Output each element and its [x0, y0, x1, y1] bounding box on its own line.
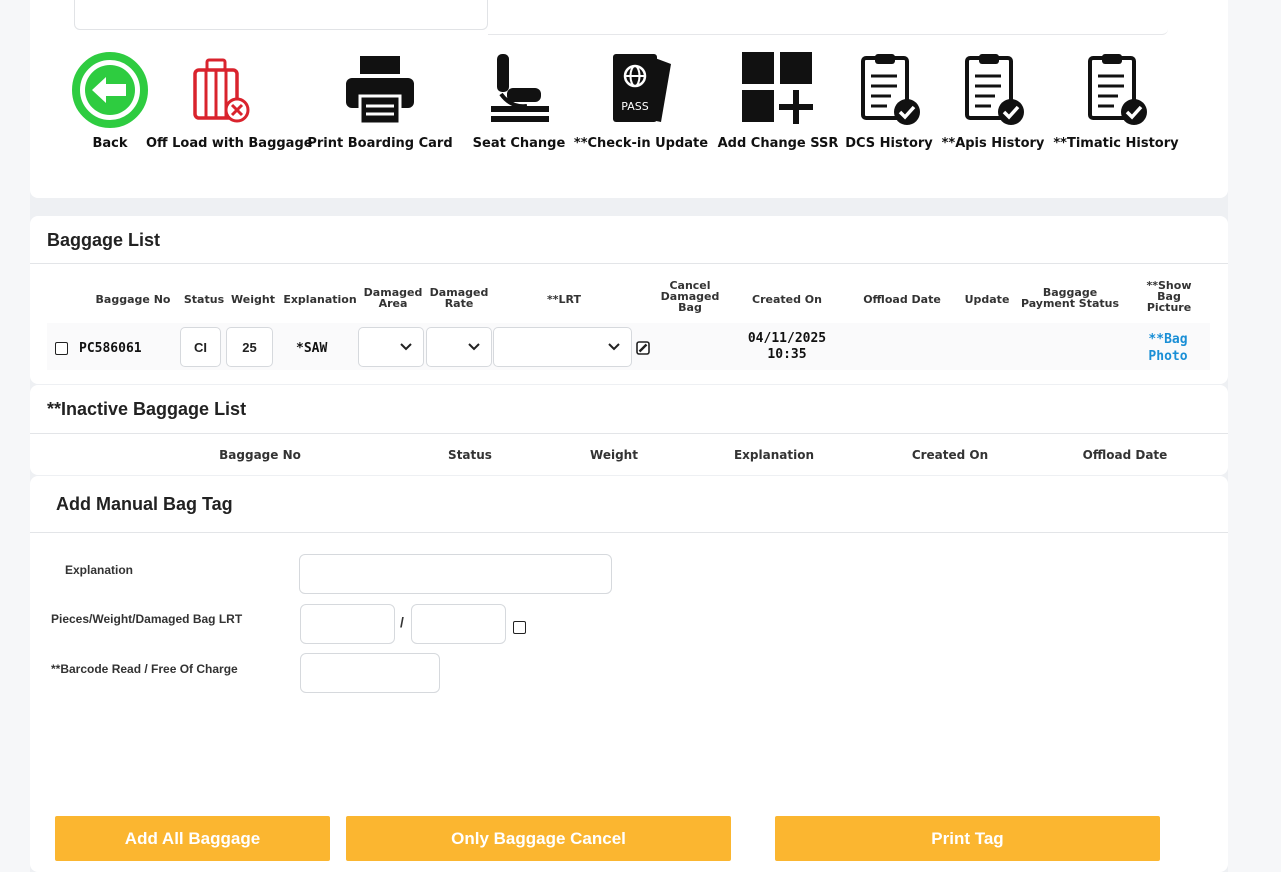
add-ssr-label: Add Change SSR	[717, 136, 839, 151]
col-lrt: **LRT	[547, 293, 581, 306]
explanation-label: Explanation	[65, 563, 134, 577]
barcode-input[interactable]	[300, 653, 440, 693]
apis-history-button[interactable]: **Apis History	[938, 50, 1048, 160]
row-select-checkbox[interactable]	[55, 342, 68, 355]
add-all-baggage-button[interactable]: Add All Baggage	[55, 816, 330, 861]
weight-input[interactable]	[411, 604, 506, 644]
col-damaged-area: Damaged Area	[363, 286, 423, 310]
cancel-damaged-bag-checkbox[interactable]	[636, 341, 650, 355]
seat-change-button[interactable]: Seat Change	[472, 50, 566, 160]
inactive-col-explanation: Explanation	[733, 448, 814, 462]
divider	[30, 433, 1228, 434]
top-divider	[488, 28, 1168, 35]
dcs-history-button[interactable]: DCS History	[840, 50, 938, 160]
timatic-history-label: **Timatic History	[1053, 136, 1179, 151]
svg-text:PASS: PASS	[621, 100, 648, 113]
manual-bag-tag-title: Add Manual Bag Tag	[56, 494, 233, 514]
offload-label: Off Load with Baggage	[146, 136, 313, 151]
pieces-input[interactable]	[300, 604, 395, 644]
damaged-area-select[interactable]	[358, 327, 424, 367]
lrt-select[interactable]	[493, 327, 632, 367]
right-gutter	[1228, 0, 1281, 872]
col-show-bag-picture: **Show Bag Picture	[1146, 279, 1192, 314]
inactive-col-weight: Weight	[590, 448, 638, 462]
timatic-history-button[interactable]: **Timatic History	[1048, 50, 1184, 160]
col-cancel-damaged-bag: Cancel Damaged Bag	[660, 279, 720, 314]
luggage-remove-icon	[193, 58, 250, 123]
back-button[interactable]: Back	[70, 50, 150, 160]
print-boarding-card-button[interactable]: Print Boarding Card	[288, 50, 472, 160]
apis-history-label: **Apis History	[941, 136, 1045, 151]
baggage-list-title: Baggage List	[47, 230, 161, 250]
seat-change-label: Seat Change	[472, 136, 566, 151]
add-change-ssr-button[interactable]: Add Change SSR	[716, 50, 840, 160]
print-tag-button[interactable]: Print Tag	[775, 816, 1160, 861]
checkin-update-label: **Check-in Update	[573, 136, 709, 151]
passport-icon: PASS	[613, 54, 671, 122]
pieces-weight-label: Pieces/Weight/Damaged Bag LRT	[51, 612, 243, 626]
barcode-label: **Barcode Read / Free Of Charge	[51, 662, 238, 676]
inactive-col-offload-date: Offload Date	[1082, 448, 1168, 462]
chevron-down-icon	[400, 343, 412, 351]
col-status: Status	[183, 293, 225, 306]
chevron-down-icon	[608, 343, 620, 351]
col-explanation: Explanation	[283, 293, 357, 306]
col-created-on: Created On	[752, 293, 822, 306]
inactive-col-baggage-no: Baggage No	[219, 448, 301, 462]
top-info-box	[74, 0, 488, 30]
col-damaged-rate: Damaged Rate	[429, 286, 489, 310]
divider	[30, 263, 1228, 264]
back-label: Back	[92, 136, 128, 151]
damaged-rate-select[interactable]	[426, 327, 492, 367]
weight-input[interactable]: 25	[226, 327, 273, 367]
only-baggage-cancel-button[interactable]: Only Baggage Cancel	[346, 816, 731, 861]
clipboard-check-icon	[1088, 54, 1147, 125]
checkin-update-button[interactable]: PASS **Check-in Update	[566, 50, 716, 160]
chevron-down-icon	[468, 343, 480, 351]
inactive-col-status: Status	[448, 448, 492, 462]
dcs-history-label: DCS History	[845, 136, 933, 151]
add-grid-icon	[742, 52, 813, 124]
explanation-input[interactable]	[299, 554, 612, 594]
seat-icon	[491, 54, 549, 122]
col-baggage-no: Baggage No	[95, 293, 171, 306]
status-input[interactable]: CI	[180, 327, 221, 367]
clipboard-check-icon	[965, 54, 1024, 125]
divider	[30, 532, 1228, 533]
clipboard-check-icon	[861, 54, 920, 125]
damaged-bag-lrt-checkbox[interactable]	[513, 621, 526, 634]
col-update: Update	[964, 293, 1010, 306]
col-offload-date: Offload Date	[863, 293, 941, 306]
inactive-col-created-on: Created On	[911, 448, 989, 462]
back-arrow-icon	[72, 52, 148, 128]
col-payment-status: Baggage Payment Status	[1020, 286, 1120, 310]
slash-separator: /	[400, 614, 404, 630]
created-on-value: 04/11/2025 10:35	[747, 331, 827, 362]
baggage-no-value: PC586061	[79, 341, 142, 356]
left-gutter	[0, 0, 30, 872]
inactive-baggage-title: **Inactive Baggage List	[47, 399, 247, 419]
printer-icon	[346, 56, 414, 126]
offload-button[interactable]: Off Load with Baggage	[146, 50, 313, 160]
explanation-value: *SAW	[296, 341, 328, 356]
print-boarding-label: Print Boarding Card	[307, 136, 453, 151]
col-weight: Weight	[231, 293, 275, 306]
bag-photo-link[interactable]: **Bag Photo	[1130, 331, 1206, 365]
